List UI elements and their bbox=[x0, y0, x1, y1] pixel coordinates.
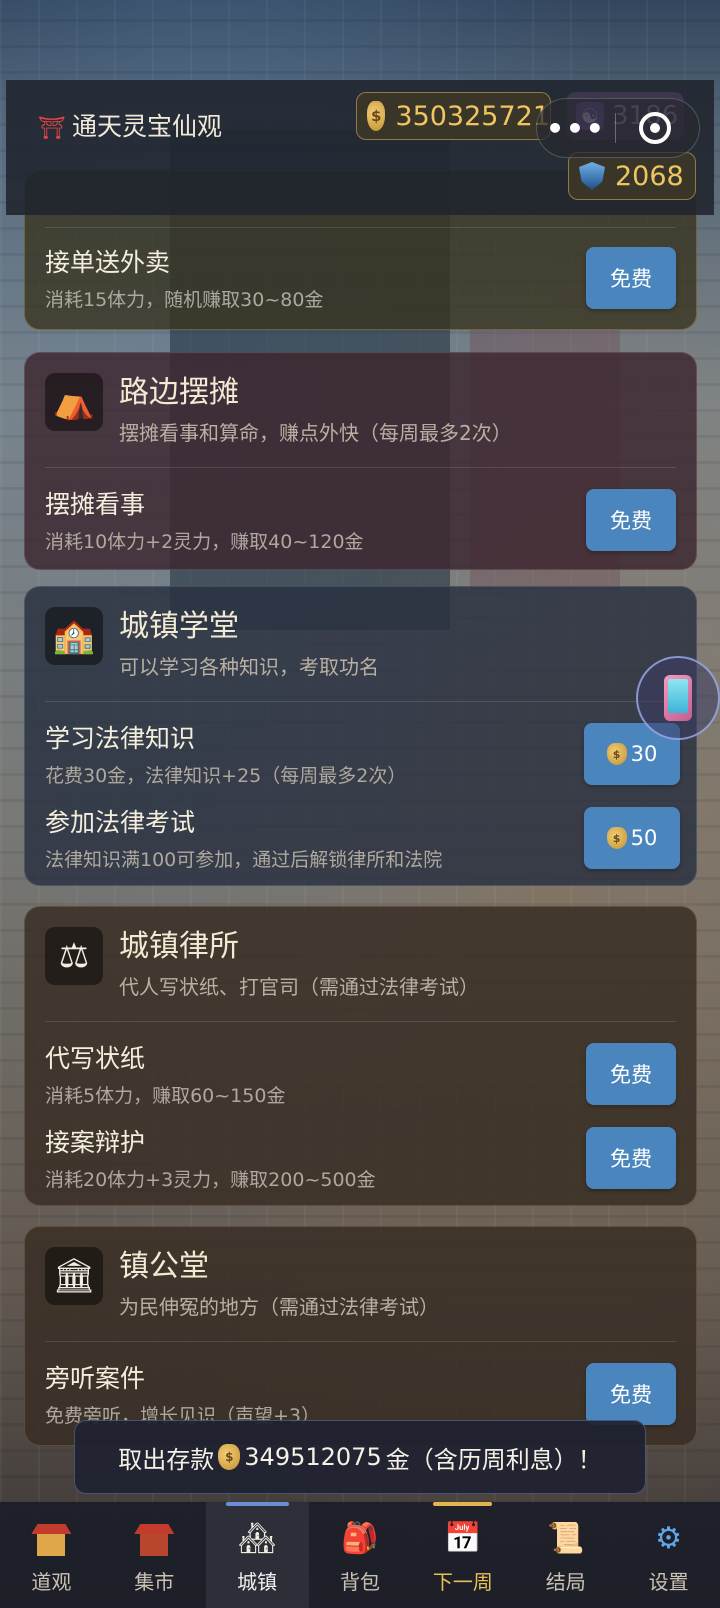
activity-name: 代写状纸 bbox=[45, 1044, 146, 1073]
calendar-icon: 📅 bbox=[444, 1520, 482, 1556]
money-bag-icon: $ bbox=[367, 101, 386, 131]
toast-suffix: 金（含历周利息）！ bbox=[385, 1445, 602, 1474]
activity-name: 学习法律知识 bbox=[45, 724, 196, 753]
town-icon: 🏘 bbox=[238, 1520, 277, 1556]
street-stall-card: ⛺ 路边摆摊 摆摊看事和算命，赚点外快（每周最多2次） 摆摊看事 消耗10体力+… bbox=[24, 352, 697, 570]
law-firm-card: ⚖ 城镇律所 代人写状纸、打官司（需通过法律考试） 代写状纸 消耗5体力，赚取6… bbox=[24, 906, 697, 1206]
activity-name: 摆摊看事 bbox=[45, 490, 146, 519]
toast-prefix: 取出存款 bbox=[118, 1445, 215, 1474]
card-header: ⚖ 城镇律所 代人写状纸、打官司（需通过法律考试） bbox=[45, 927, 479, 1000]
activity-row: 学习法律知识 花费30金，法律知识+25（每周最多2次） $ 30 bbox=[45, 719, 680, 789]
temple-icon bbox=[29, 1518, 73, 1558]
divider bbox=[45, 467, 676, 468]
mini-program-capsule: ••• bbox=[536, 98, 700, 158]
activity-desc: 花费30金，法律知识+25（每周最多2次） bbox=[45, 765, 407, 787]
nav-settings[interactable]: ⚙ 设置 bbox=[617, 1502, 720, 1608]
activity-desc: 消耗20体力+3灵力，赚取200~500金 bbox=[45, 1169, 376, 1191]
pay-50-button[interactable]: $ 50 bbox=[584, 807, 680, 869]
close-mini-program-button[interactable] bbox=[616, 112, 694, 144]
card-title: 镇公堂 bbox=[119, 1249, 209, 1284]
toast-amount: 349512075 bbox=[244, 1443, 382, 1471]
torii-icon: ⛩ bbox=[38, 116, 66, 141]
card-subtitle: 为民伸冤的地方（需通过法律考试） bbox=[119, 1295, 439, 1319]
card-header: 🏫 城镇学堂 可以学习各种知识，考取功名 bbox=[45, 607, 379, 680]
bottom-nav: 道观 集市 🏘 城镇 🎒 背包 📅 下一周 📜 结局 ⚙ 设置 bbox=[0, 1502, 720, 1608]
activity-row: 代写状纸 消耗5体力，赚取60~150金 免费 bbox=[45, 1039, 676, 1109]
more-menu-button[interactable]: ••• bbox=[537, 112, 615, 145]
backpack-icon: 🎒 bbox=[341, 1520, 379, 1556]
activity-row: 接案辩护 消耗20体力+3灵力，赚取200~500金 免费 bbox=[45, 1123, 676, 1193]
activity-desc: 消耗15体力，随机赚取30~80金 bbox=[45, 289, 324, 311]
free-button[interactable]: 免费 bbox=[586, 489, 676, 551]
nav-backpack[interactable]: 🎒 背包 bbox=[309, 1502, 412, 1608]
card-title: 城镇律所 bbox=[119, 929, 239, 964]
nav-ending[interactable]: 📜 结局 bbox=[514, 1502, 617, 1608]
money-bag-icon: $ bbox=[606, 827, 627, 849]
nav-town[interactable]: 🏘 城镇 bbox=[205, 1502, 309, 1608]
reputation-counter: 2068 bbox=[568, 152, 696, 200]
activity-name: 参加法律考试 bbox=[45, 808, 196, 837]
free-button[interactable]: 免费 bbox=[586, 1043, 676, 1105]
card-header: 🏛 镇公堂 为民伸冤的地方（需通过法律考试） bbox=[45, 1247, 439, 1320]
activity-desc: 消耗5体力，赚取60~150金 bbox=[45, 1085, 286, 1107]
nav-temple[interactable]: 道观 bbox=[0, 1502, 103, 1608]
card-header: ⛺ 路边摆摊 摆摊看事和算命，赚点外快（每周最多2次） bbox=[45, 373, 512, 446]
market-icon bbox=[132, 1518, 176, 1558]
scales-icon: ⚖ bbox=[45, 927, 103, 985]
card-title: 路边摆摊 bbox=[119, 375, 239, 410]
withdraw-toast: 取出存款 $ 349512075 金（含历周利息）！ bbox=[74, 1420, 646, 1494]
free-button[interactable]: 免费 bbox=[586, 247, 676, 309]
card-subtitle: 摆摊看事和算命，赚点外快（每周最多2次） bbox=[119, 421, 512, 445]
floating-phone-button[interactable] bbox=[636, 656, 720, 740]
activity-desc: 法律知识满100可参加，通过后解锁律所和法院 bbox=[45, 849, 443, 871]
phone-icon bbox=[664, 675, 692, 721]
tent-icon: ⛺ bbox=[45, 373, 103, 431]
activity-row: 接单送外卖 消耗15体力，随机赚取30~80金 免费 bbox=[45, 243, 676, 313]
town-school-card: 🏫 城镇学堂 可以学习各种知识，考取功名 学习法律知识 花费30金，法律知识+2… bbox=[24, 586, 697, 886]
location-title: ⛩ 通天灵宝仙观 bbox=[38, 112, 222, 141]
money-bag-icon: $ bbox=[606, 743, 627, 765]
divider bbox=[45, 701, 676, 702]
card-subtitle: 可以学习各种知识，考取功名 bbox=[119, 655, 379, 679]
activity-row: 摆摊看事 消耗10体力+2灵力，赚取40~120金 免费 bbox=[45, 485, 676, 555]
courthouse-icon: 🏛 bbox=[45, 1247, 103, 1305]
divider bbox=[45, 1341, 676, 1342]
card-subtitle: 代人写状纸、打官司（需通过法律考试） bbox=[119, 975, 479, 999]
free-button[interactable]: 免费 bbox=[586, 1363, 676, 1425]
school-icon: 🏫 bbox=[45, 607, 103, 665]
nav-next-week[interactable]: 📅 下一周 bbox=[411, 1502, 514, 1608]
target-icon bbox=[639, 112, 671, 144]
activity-name: 接案辩护 bbox=[45, 1128, 146, 1157]
money-bag-icon: $ bbox=[218, 1444, 241, 1470]
courthouse-card: 🏛 镇公堂 为民伸冤的地方（需通过法律考试） 旁听案件 免费旁听，增长见识（声望… bbox=[24, 1226, 697, 1446]
activity-row: 旁听案件 免费旁听，增长见识（声望+3） 免费 bbox=[45, 1359, 676, 1429]
gear-icon: ⚙ bbox=[655, 1520, 683, 1556]
shield-icon bbox=[579, 162, 605, 190]
reputation-amount: 2068 bbox=[615, 160, 684, 192]
gold-amount: 350325721 bbox=[395, 100, 550, 132]
scroll-icon: 📜 bbox=[547, 1520, 585, 1556]
free-button[interactable]: 免费 bbox=[586, 1127, 676, 1189]
activity-desc: 消耗10体力+2灵力，赚取40~120金 bbox=[45, 531, 364, 553]
divider bbox=[45, 1021, 676, 1022]
card-title: 城镇学堂 bbox=[119, 609, 239, 644]
gold-counter: $ 350325721 bbox=[356, 92, 551, 140]
nav-market[interactable]: 集市 bbox=[103, 1502, 206, 1608]
activity-name: 接单送外卖 bbox=[45, 248, 171, 277]
top-status-bar: ⛩通天灵宝仙观 $ 350325721 ☯ 3186 ••• 2068 bbox=[6, 80, 714, 215]
activity-row: 参加法律考试 法律知识满100可参加，通过后解锁律所和法院 $ 50 bbox=[45, 803, 680, 873]
activity-name: 旁听案件 bbox=[45, 1364, 146, 1393]
divider bbox=[45, 227, 676, 228]
